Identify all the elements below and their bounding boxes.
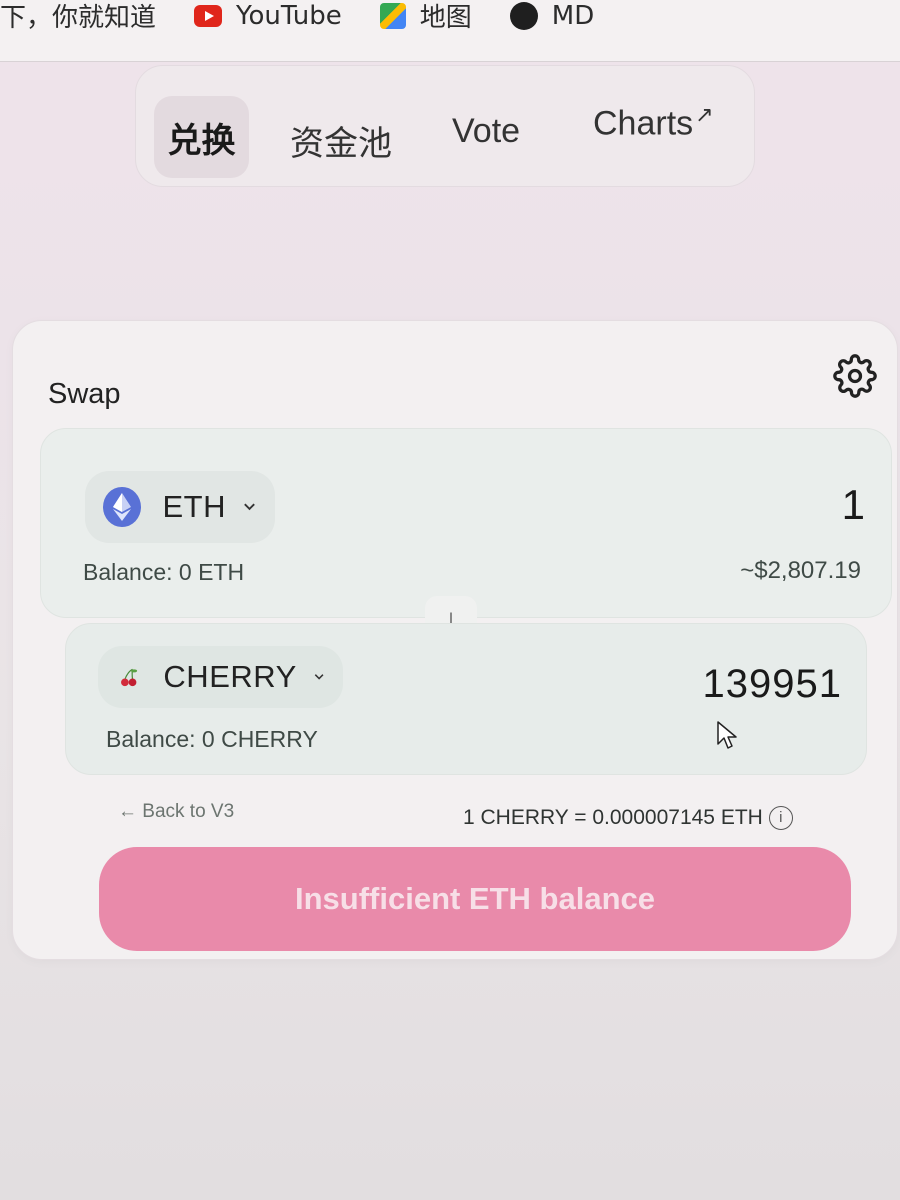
tab-charts[interactable]: Charts↗ — [593, 102, 714, 143]
back-to-v3-link[interactable]: ← Back to V3 — [118, 801, 234, 823]
bookmarks-bar: 下，你就知道 YouTube 地图 MD — [0, 0, 900, 62]
swap-submit-button[interactable]: Insufficient ETH balance — [99, 847, 851, 951]
swap-title: Swap — [48, 378, 121, 410]
to-amount-input[interactable]: 139951 — [703, 662, 842, 707]
site-icon — [509, 1, 538, 30]
maps-icon — [379, 2, 406, 29]
from-balance: Balance: 0 ETH — [83, 559, 245, 585]
from-token-select[interactable]: ETH — [85, 471, 275, 543]
from-token-panel: ETH 1 Balance: 0 ETH ~$2,807.19 — [40, 428, 892, 618]
chevron-down-icon — [314, 674, 324, 680]
from-token-symbol: ETH — [162, 489, 226, 524]
info-icon[interactable]: i — [768, 806, 793, 831]
gear-icon[interactable] — [833, 354, 877, 398]
tab-vote[interactable]: Vote — [452, 112, 520, 151]
to-balance: Balance: 0 CHERRY — [106, 726, 318, 752]
tab-swap[interactable]: 兑换 — [154, 96, 249, 178]
tab-pool[interactable]: 资金池 — [290, 116, 392, 165]
bookmark-label: YouTube — [236, 0, 342, 31]
exchange-rate: 1 CHERRY = 0.000007145 ETH i — [463, 806, 793, 831]
to-token-symbol: CHERRY — [163, 659, 297, 694]
to-token-select[interactable]: CHERRY — [98, 646, 343, 708]
swap-card: Swap ETH 1 Balance: 0 ETH ~$2,807.19 ↓ C… — [12, 320, 898, 960]
exchange-rate-text: 1 CHERRY = 0.000007145 ETH — [463, 806, 763, 829]
bookmark-label: MD — [551, 0, 595, 31]
from-usd-value: ~$2,807.19 — [740, 557, 861, 584]
external-link-icon: ↗ — [695, 102, 714, 127]
tab-charts-label: Charts — [593, 104, 694, 143]
bookmark-maps[interactable]: 地图 — [379, 0, 472, 36]
from-amount-input[interactable]: 1 — [842, 481, 865, 529]
chevron-down-icon — [244, 503, 255, 511]
youtube-icon — [194, 4, 223, 27]
to-token-panel: CHERRY 139951 Balance: 0 CHERRY — [65, 623, 867, 775]
mouse-cursor-icon — [717, 721, 737, 749]
bookmark-label: 地图 — [419, 3, 472, 33]
ethereum-icon — [103, 487, 141, 527]
top-nav: 兑换 资金池 Vote Charts↗ — [135, 65, 755, 187]
bookmark-youtube[interactable]: YouTube — [194, 0, 342, 36]
cherry-icon — [121, 668, 138, 687]
bookmark-md[interactable]: MD — [509, 0, 595, 36]
bookmark-baidu[interactable]: 下，你就知道 — [0, 0, 156, 36]
bookmark-label: 下，你就知道 — [0, 3, 157, 33]
